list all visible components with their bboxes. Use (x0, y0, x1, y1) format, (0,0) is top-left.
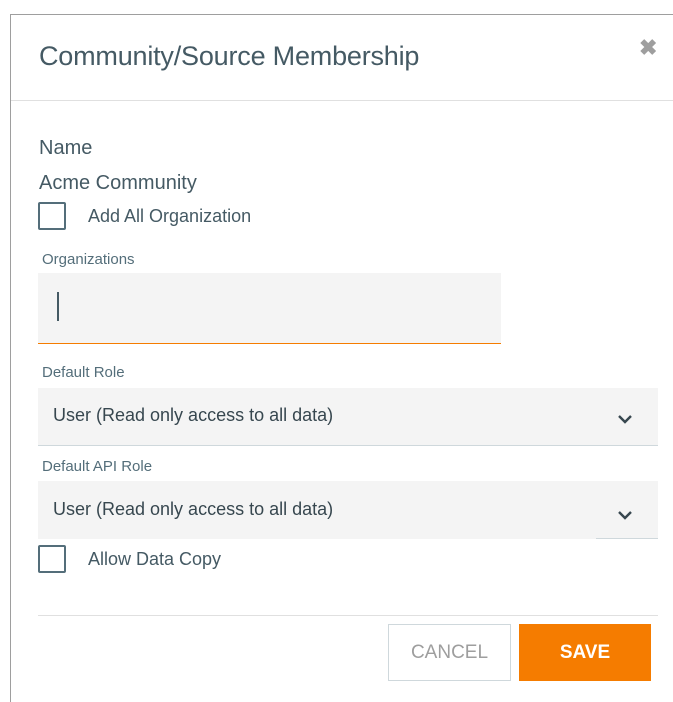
select-underline (596, 538, 658, 539)
default-api-role-label: Default API Role (42, 458, 153, 475)
default-api-role-value: User (Read only access to all data) (53, 499, 334, 519)
name-label: Name (39, 137, 93, 159)
allow-data-copy-label: Allow Data Copy (88, 548, 222, 569)
organizations-input[interactable] (38, 273, 501, 344)
default-role-value: User (Read only access to all data) (53, 405, 334, 425)
chevron-down-icon[interactable] (618, 508, 632, 522)
footer-divider (38, 615, 658, 616)
name-value: Acme Community (39, 172, 197, 194)
text-caret (57, 292, 59, 321)
allow-data-copy-row[interactable]: Allow Data Copy (38, 545, 221, 573)
chevron-down-icon[interactable] (618, 412, 632, 426)
close-icon[interactable]: ✖ (639, 37, 657, 59)
add-all-organization-label: Add All Organization (88, 205, 252, 226)
save-button[interactable]: SAVE (519, 624, 651, 681)
organizations-label: Organizations (42, 251, 135, 268)
add-all-organization-checkbox[interactable] (38, 202, 66, 230)
default-role-label: Default Role (42, 364, 125, 381)
default-role-select[interactable]: User (Read only access to all data) (38, 388, 658, 446)
default-api-role-select[interactable]: User (Read only access to all data) (38, 481, 658, 539)
allow-data-copy-checkbox[interactable] (38, 545, 66, 573)
cancel-button[interactable]: CANCEL (388, 624, 511, 681)
dialog-header: Community/Source Membership ✖ (11, 15, 673, 101)
membership-dialog: Community/Source Membership ✖ Name Acme … (10, 14, 673, 702)
add-all-organization-row[interactable]: Add All Organization (38, 202, 251, 230)
dialog-title: Community/Source Membership (39, 41, 420, 71)
